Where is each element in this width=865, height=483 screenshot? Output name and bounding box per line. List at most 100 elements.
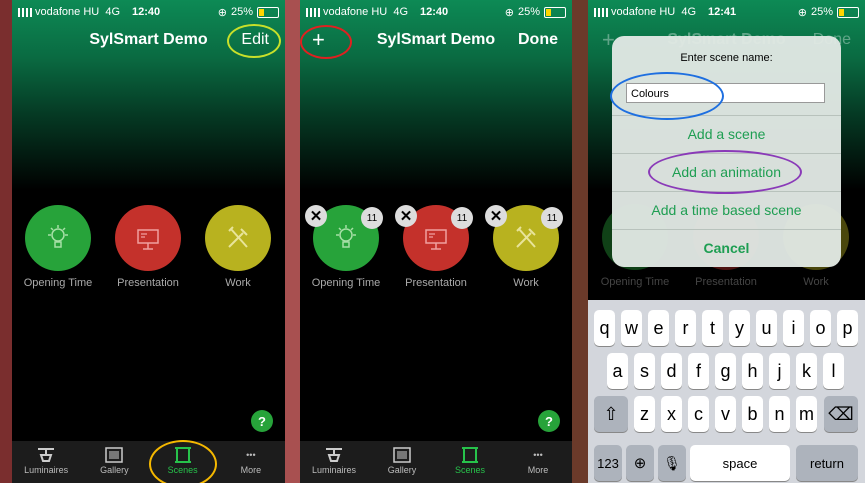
scene-opening-time[interactable]: Opening Time [23,205,93,289]
key-h[interactable]: h [742,353,763,389]
help-button[interactable]: ? [538,410,560,432]
battery-percent: 25% [517,6,540,18]
scene-presentation[interactable]: ✕ 11 Presentation [395,205,473,289]
signal-icon [594,7,608,17]
key-l[interactable]: l [823,353,844,389]
tab-gallery[interactable]: Gallery [368,441,436,483]
key-j[interactable]: j [769,353,790,389]
tab-bar: Luminaires Gallery Scenes ••• More [300,441,572,483]
tab-more[interactable]: ••• More [504,441,572,483]
key-u[interactable]: u [756,310,777,346]
tab-more[interactable]: ••• More [217,441,285,483]
dialog-title: Enter scene name: [680,52,773,64]
key-c[interactable]: c [688,396,709,432]
add-scene-option[interactable]: Add a scene [612,115,841,153]
luminaire-count-badge: 11 [361,207,383,229]
carrier: vodafone HU [611,6,676,18]
key-x[interactable]: x [661,396,682,432]
phone-screen-2: vodafone HU 4G 12:40 ⊕ 25% + SylSmart De… [300,0,572,483]
key-t[interactable]: t [702,310,723,346]
tab-scenes[interactable]: Scenes [436,441,504,483]
delete-scene-icon[interactable]: ✕ [395,205,417,227]
key-w[interactable]: w [621,310,642,346]
network: 4G [681,6,697,18]
signal-icon [306,7,320,17]
gallery-icon [80,445,148,465]
battery-icon [257,6,279,18]
tab-label: More [240,465,262,475]
key-q[interactable]: q [594,310,615,346]
carrier: vodafone HU [323,6,388,18]
phone-screen-1: vodafone HU 4G 12:40 ⊕ 25% SylSmart Demo… [12,0,285,483]
key-e[interactable]: e [648,310,669,346]
scene-label: Opening Time [23,277,93,289]
rotation-lock-icon: ⊕ [217,6,227,19]
key-v[interactable]: v [715,396,736,432]
space-key[interactable]: space [690,445,790,481]
edit-highlight-ring [227,24,281,58]
microphone-icon[interactable]: 🎙 [658,445,686,481]
scene-label: Presentation [117,277,179,289]
battery-icon [837,6,859,18]
scene-label: Work [803,276,829,288]
clock: 12:40 [420,6,449,18]
key-b[interactable]: b [742,396,763,432]
key-a[interactable]: a [607,353,628,389]
key-n[interactable]: n [769,396,790,432]
tab-label: Gallery [100,465,129,475]
status-bar: vodafone HU 4G 12:40 ⊕ 25% [306,4,566,20]
key-d[interactable]: d [661,353,682,389]
tab-luminaires[interactable]: Luminaires [300,441,368,483]
network: 4G [105,6,121,18]
scene-label: Opening Time [311,277,381,289]
scenes-highlight-ring [149,440,217,483]
key-f[interactable]: f [688,353,709,389]
tab-gallery[interactable]: Gallery [80,441,148,483]
backspace-icon[interactable]: ⌫ [824,396,858,432]
return-key[interactable]: return [796,445,858,481]
rotation-lock-icon: ⊕ [504,6,514,19]
lightbulb-icon [25,205,91,271]
tab-label: Gallery [387,465,417,475]
delete-scene-icon[interactable]: ✕ [485,205,507,227]
key-s[interactable]: s [634,353,655,389]
tab-label: Luminaires [311,465,357,475]
tab-label: Scenes [454,465,486,475]
key-p[interactable]: p [837,310,858,346]
key-m[interactable]: m [796,396,817,432]
keyboard: q w e r t y u i o p a s d f g h j k l ⇧ … [588,300,865,483]
plus-highlight-ring [300,25,352,59]
cancel-button[interactable]: Cancel [612,229,841,267]
scene-presentation[interactable]: Presentation [113,205,183,289]
key-z[interactable]: z [634,396,655,432]
scene-label: Presentation [695,276,757,288]
scene-opening-time[interactable]: ✕ 11 Opening Time [305,205,383,289]
scene-work[interactable]: ✕ 11 Work [485,205,563,289]
scene-work[interactable]: Work [203,205,273,289]
tab-label: More [527,465,549,475]
tab-luminaires[interactable]: Luminaires [12,441,80,483]
phone-screen-3: vodafone HU 4G 12:41 ⊕ 25% + SylSmart De… [588,0,865,483]
status-bar: vodafone HU 4G 12:41 ⊕ 25% [594,4,859,20]
battery-percent: 25% [810,6,833,18]
luminaire-count-badge: 11 [451,207,473,229]
signal-icon [18,7,32,17]
key-g[interactable]: g [715,353,736,389]
delete-scene-icon[interactable]: ✕ [305,205,327,227]
gallery-icon [368,445,436,465]
shift-icon[interactable]: ⇧ [594,396,628,432]
key-k[interactable]: k [796,353,817,389]
key-i[interactable]: i [783,310,804,346]
battery-icon [544,6,566,18]
scene-label: Work [225,277,251,289]
help-button[interactable]: ? [251,410,273,432]
globe-icon[interactable]: ⊕ [626,445,654,481]
done-button[interactable]: Done [518,31,558,49]
key-r[interactable]: r [675,310,696,346]
network: 4G [393,6,409,18]
numbers-key[interactable]: 123 [594,445,622,481]
key-y[interactable]: y [729,310,750,346]
luminaire-icon [300,445,368,465]
key-o[interactable]: o [810,310,831,346]
add-time-based-scene-option[interactable]: Add a time based scene [612,191,841,229]
